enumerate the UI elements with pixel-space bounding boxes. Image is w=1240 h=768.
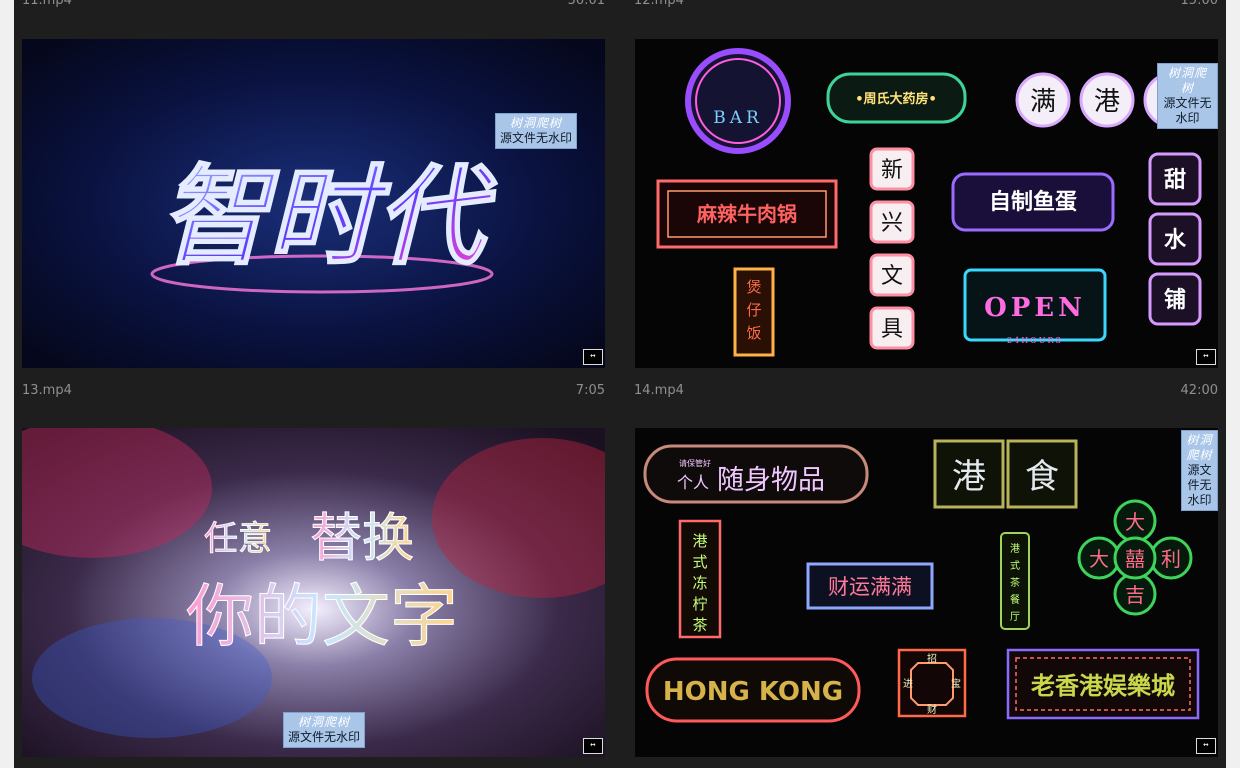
beef-sign-text: 麻辣牛肉锅	[696, 202, 797, 226]
round-char: 满	[1030, 87, 1056, 117]
clip-thumbnail-12[interactable]: BAR •周氏大药房• 满 港 麻辣牛肉锅 新 兴 文 具 自制鱼蛋 甜 水 铺…	[635, 39, 1218, 368]
vertical-small-char: 茶	[1010, 576, 1020, 589]
open-sign-text: OPEN	[984, 293, 1086, 323]
cluster-char: 囍	[1125, 547, 1145, 571]
tea-char: 冻	[692, 574, 707, 592]
cluster-char: 利	[1161, 547, 1181, 571]
wealth-sign-text: 财运满满	[828, 575, 912, 599]
clip-13-preview: 任意 替换 你的文字	[22, 428, 605, 757]
video-badge-icon: ↔	[583, 349, 603, 365]
cluster-char: 吉	[1125, 583, 1145, 607]
tea-char: 港	[692, 532, 707, 550]
clip-12-preview: BAR •周氏大药房• 满 港 麻辣牛肉锅 新 兴 文 具 自制鱼蛋 甜 水 铺…	[635, 39, 1218, 368]
video-badge-icon: ↔	[1196, 738, 1216, 754]
box-char: 甜	[1164, 167, 1186, 193]
vertical-small-char: 式	[1010, 559, 1020, 572]
vertical-small-char: 厅	[1010, 612, 1020, 623]
tea-char: 式	[692, 553, 707, 571]
box-char: 食	[1025, 457, 1059, 497]
clip-13-line2: 你的文字	[186, 578, 458, 657]
baozai-char: 仔	[746, 301, 761, 319]
box-char: 具	[881, 317, 903, 342]
box-char: 港	[952, 457, 986, 497]
clip-thumbnail-14[interactable]: 请保管好 个人 随身物品 港 食 港 式 冻 柠 茶 财运满满 港 式 茶 餐 …	[635, 428, 1218, 757]
octagon-char: 宝	[951, 677, 961, 690]
clip-filename: 11.mp4	[22, 0, 72, 8]
clip-11-preview: 智时代	[22, 39, 605, 368]
clip-duration: 36:01	[567, 0, 605, 8]
vertical-small-char: 餐	[1010, 593, 1020, 606]
octagon-char: 财	[927, 703, 937, 716]
clip-duration: 7:05	[575, 383, 605, 398]
clip-filename: 12.mp4	[634, 0, 684, 8]
clip-13-line1a: 任意	[204, 519, 272, 559]
cluster-char: 大	[1089, 547, 1109, 571]
open-hours-text: 24HOURS	[1007, 336, 1063, 345]
tea-char: 柠	[692, 595, 707, 613]
clip-thumbnail-11[interactable]: 智时代 树洞爬树 源文件无水印 ↔	[22, 39, 605, 368]
entertainment-sign-text: 老香港娱樂城	[1031, 672, 1175, 700]
clip-duration: 15:00	[1180, 0, 1218, 8]
clip-14-preview: 请保管好 个人 随身物品 港 食 港 式 冻 柠 茶 财运满满 港 式 茶 餐 …	[635, 428, 1218, 757]
baozai-char: 饭	[746, 324, 761, 342]
round-char: 港	[1094, 87, 1120, 117]
fishball-sign-text: 自制鱼蛋	[989, 189, 1077, 215]
watermark: 树洞爬树 源文件无水印	[283, 712, 366, 748]
box-char: 文	[881, 264, 903, 289]
baozai-char: 煲	[746, 278, 761, 296]
belong-main-text: 随身物品	[717, 465, 825, 496]
hongkong-sign-text: HONG KONG	[663, 677, 843, 707]
vertical-small-char: 港	[1010, 543, 1020, 555]
clip-11-title: 智时代	[160, 155, 497, 280]
bar-sign-text: BAR	[713, 108, 763, 128]
watermark: 树洞爬树 源文件无水印	[1157, 63, 1218, 129]
box-char: 兴	[881, 211, 903, 236]
clip-13-line1b: 替换	[310, 509, 414, 569]
watermark: 树洞爬树 源文件无水印	[495, 113, 578, 149]
cluster-char: 大	[1125, 510, 1145, 534]
octagon-char: 进	[903, 678, 913, 690]
box-char: 铺	[1164, 287, 1186, 313]
media-browser-panel: 11.mp4 36:01 12.mp4 15:00 13.mp4 7:05 14…	[14, 0, 1226, 768]
box-char: 水	[1164, 228, 1187, 253]
clip-filename: 14.mp4	[634, 383, 684, 398]
pharmacy-sign-text: •周氏大药房•	[855, 91, 937, 107]
belong-small-text: 请保管好	[679, 458, 711, 468]
octagon-char: 招	[927, 652, 937, 665]
video-badge-icon: ↔	[1196, 349, 1216, 365]
tea-char: 茶	[692, 616, 707, 634]
belong-geren-text: 个人	[677, 473, 709, 492]
watermark: 树洞爬树 源文件无水印	[1181, 430, 1218, 511]
video-badge-icon: ↔	[583, 738, 603, 754]
box-char: 新	[881, 158, 903, 183]
clip-thumbnail-13[interactable]: 任意 替换 你的文字 树洞爬树 源文件无水印 ↔	[22, 428, 605, 757]
clip-duration: 42:00	[1180, 383, 1218, 398]
clip-filename: 13.mp4	[22, 383, 72, 398]
